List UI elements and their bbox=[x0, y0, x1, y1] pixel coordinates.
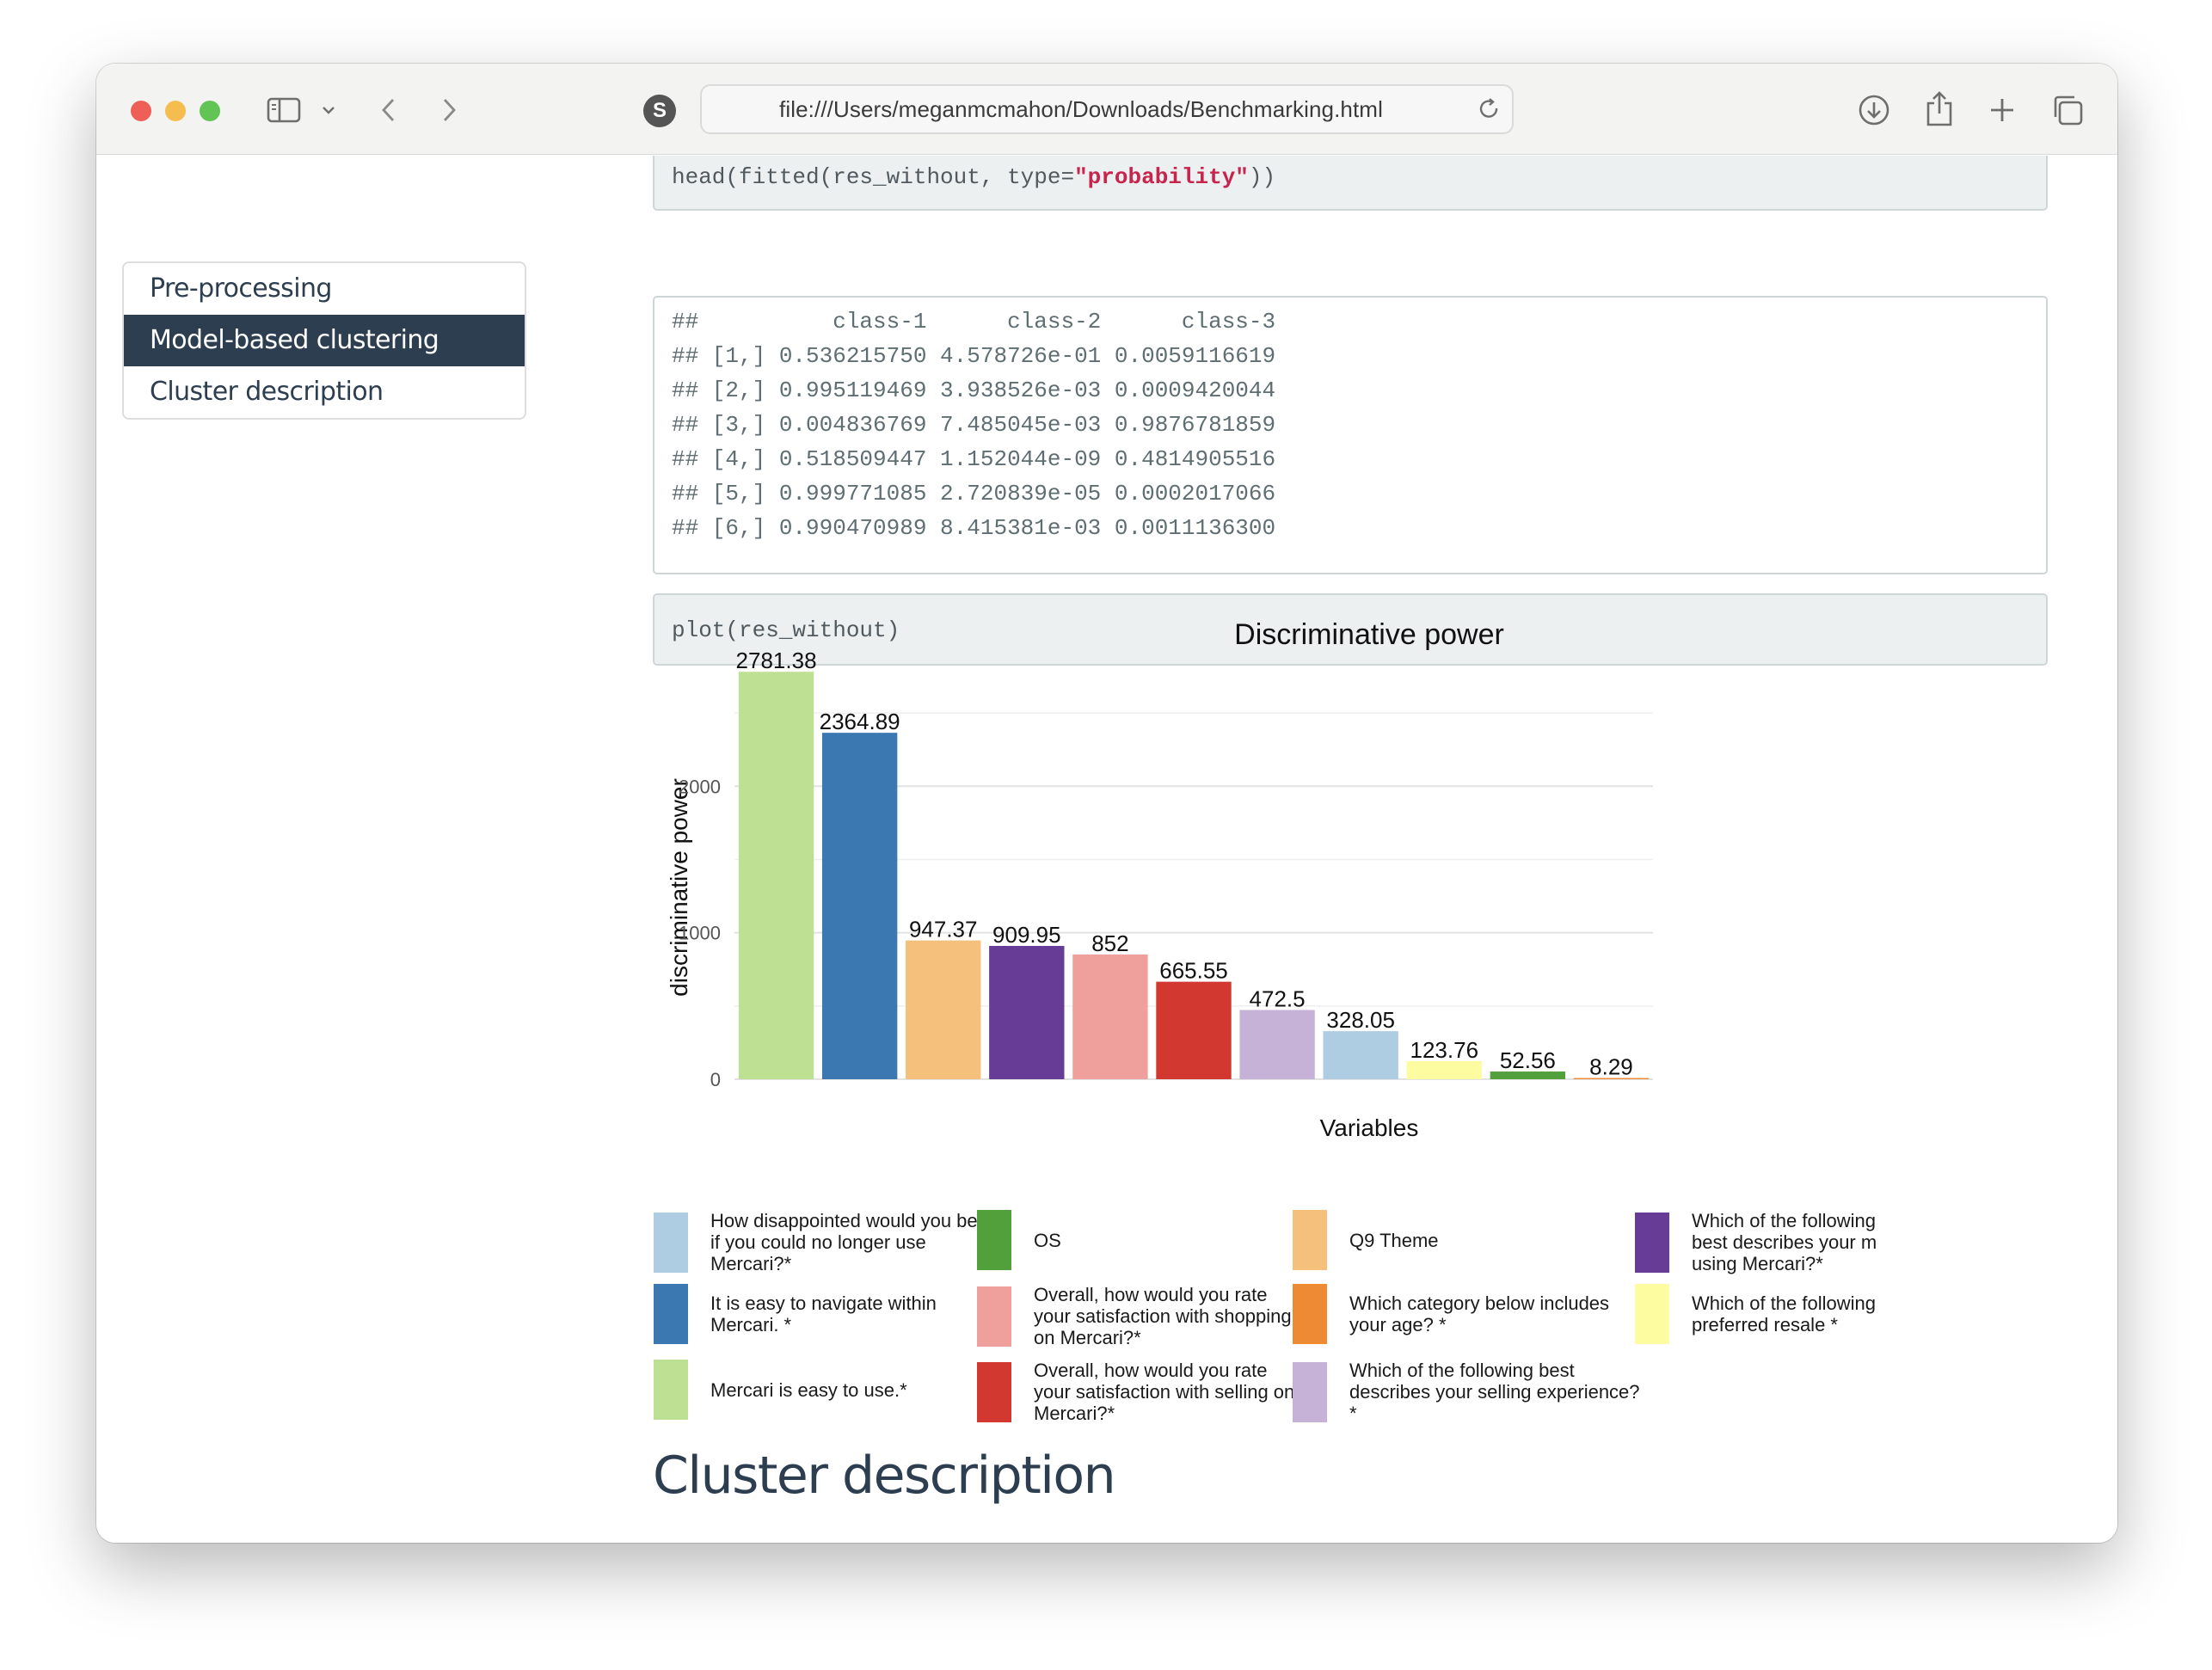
code-line: head(fitted(res_without, type="probabili… bbox=[672, 164, 1275, 190]
legend-swatch bbox=[1635, 1284, 1669, 1344]
discriminative-power-chart: Discriminative power Variables discrimin… bbox=[666, 620, 1653, 1141]
bar bbox=[821, 733, 898, 1079]
minimize-window-button[interactable] bbox=[165, 101, 186, 121]
code-output-block: ## class-1 class-2 class-3 ## [1,] 0.536… bbox=[653, 296, 2048, 574]
output-line: ## [4,] 0.518509447 1.152044e-09 0.48149… bbox=[672, 446, 1276, 472]
bar bbox=[1072, 954, 1148, 1079]
legend-label: Which category below includes your age? … bbox=[1349, 1292, 1610, 1335]
bar bbox=[738, 672, 814, 1079]
bar-value-label: 328.05 bbox=[1326, 1007, 1395, 1033]
section-heading-cluster-description: Cluster description bbox=[653, 1446, 1116, 1506]
bar-value-label: 947.37 bbox=[909, 917, 978, 942]
chevron-down-icon[interactable] bbox=[318, 100, 339, 120]
code-block-head-fitted: head(fitted(res_without, type="probabili… bbox=[653, 156, 2048, 211]
bar-value-label: 909.95 bbox=[992, 922, 1061, 948]
legend-item: It is easy to navigate within Mercari. * bbox=[654, 1284, 986, 1344]
legend-item: Which of the following best describes yo… bbox=[1293, 1360, 1642, 1424]
zoom-window-button[interactable] bbox=[200, 101, 220, 121]
address-bar[interactable]: file:///Users/meganmcmahon/Downloads/Ben… bbox=[700, 84, 1514, 134]
legend-swatch bbox=[1293, 1361, 1327, 1422]
legend-item: Which of the following best describes yo… bbox=[1635, 1210, 1889, 1274]
bar bbox=[989, 945, 1065, 1079]
browser-toolbar: S file:///Users/meganmcmahon/Downloads/B… bbox=[96, 64, 2117, 155]
legend-label: Which of the following best describes yo… bbox=[1692, 1210, 1877, 1274]
reload-icon[interactable] bbox=[1474, 94, 1505, 125]
legend-item: Which category below includes your age? … bbox=[1293, 1284, 1642, 1344]
legend-item: Overall, how would you rate your satisfa… bbox=[977, 1360, 1300, 1424]
legend-swatch bbox=[977, 1210, 1011, 1270]
chart-x-axis-label: Variables bbox=[1320, 1114, 1419, 1141]
output-line: ## class-1 class-2 class-3 bbox=[672, 309, 1276, 335]
y-tick-label: 2000 bbox=[679, 776, 721, 797]
legend-item: Which of the following preferred resale … bbox=[1635, 1284, 1889, 1344]
legend-label: Which of the following best describes yo… bbox=[1349, 1360, 1640, 1424]
bar-value-label: 852 bbox=[1091, 930, 1128, 956]
legend-item: Mercari is easy to use.* bbox=[654, 1360, 986, 1420]
tabs-overview-icon[interactable] bbox=[2049, 91, 2086, 129]
legend-item: Overall, how would you rate your satisfa… bbox=[977, 1284, 1300, 1348]
share-icon[interactable] bbox=[1921, 88, 1957, 129]
legend-label: How disappointed would you be if you cou… bbox=[710, 1210, 978, 1274]
output-line: ## [5,] 0.999771085 2.720839e-05 0.00020… bbox=[672, 481, 1276, 507]
chart-y-axis-label: discriminative power bbox=[666, 778, 692, 997]
chart-title: Discriminative power bbox=[1234, 620, 1504, 651]
toc-item-model-based-clustering[interactable]: Model-based clustering bbox=[124, 315, 525, 366]
code-string: "probability" bbox=[1074, 164, 1249, 190]
code-text: head(fitted(res_without, type= bbox=[672, 164, 1075, 190]
legend-label: Which of the following preferred resale … bbox=[1692, 1292, 1876, 1335]
legend-swatch bbox=[1635, 1212, 1669, 1273]
legend-swatch bbox=[977, 1286, 1011, 1347]
output-line: ## [6,] 0.990470989 8.415381e-03 0.00111… bbox=[672, 515, 1276, 541]
legend-label: Mercari is easy to use.* bbox=[710, 1378, 907, 1401]
y-tick-label: 1000 bbox=[679, 923, 721, 944]
chart-legend: How disappointed would you be if you cou… bbox=[654, 1210, 1909, 1434]
bar-value-label: 2781.38 bbox=[736, 648, 817, 673]
page-content: Pre-processing Model-based clustering Cl… bbox=[96, 156, 2117, 1543]
forward-icon[interactable] bbox=[432, 93, 466, 127]
bar bbox=[906, 940, 981, 1079]
legend-item: Q9 Theme bbox=[1293, 1210, 1642, 1270]
toc-item-cluster-description[interactable]: Cluster description bbox=[124, 366, 525, 418]
bar bbox=[1323, 1031, 1398, 1079]
url-text[interactable]: file:///Users/meganmcmahon/Downloads/Ben… bbox=[702, 86, 1460, 132]
table-of-contents: Pre-processing Model-based clustering Cl… bbox=[122, 261, 526, 420]
bar-value-label: 52.56 bbox=[1500, 1047, 1556, 1073]
bar-value-label: 8.29 bbox=[1589, 1054, 1633, 1080]
legend-swatch bbox=[654, 1212, 688, 1273]
download-icon[interactable] bbox=[1856, 92, 1892, 128]
legend-swatch bbox=[654, 1284, 688, 1344]
output-line: ## [2,] 0.995119469 3.938526e-03 0.00094… bbox=[672, 378, 1276, 403]
bar-value-label: 665.55 bbox=[1159, 958, 1228, 984]
new-tab-icon[interactable] bbox=[1985, 93, 2019, 127]
browser-window: S file:///Users/meganmcmahon/Downloads/B… bbox=[96, 64, 2117, 1543]
bar-value-label: 472.5 bbox=[1250, 986, 1306, 1012]
sidebar-icon[interactable] bbox=[265, 93, 303, 127]
bar-value-label: 2364.89 bbox=[820, 709, 900, 734]
legend-label: Q9 Theme bbox=[1349, 1229, 1439, 1251]
legend-item: OS bbox=[977, 1210, 1300, 1270]
bar bbox=[1239, 1010, 1315, 1079]
code-text: )) bbox=[1248, 164, 1276, 190]
legend-swatch bbox=[1293, 1284, 1327, 1344]
back-icon[interactable] bbox=[372, 93, 406, 127]
output-line: ## [1,] 0.536215750 4.578726e-01 0.00591… bbox=[672, 343, 1276, 369]
legend-label: OS bbox=[1034, 1229, 1061, 1251]
output-line: ## [3,] 0.004836769 7.485045e-03 0.98767… bbox=[672, 412, 1276, 438]
toc-item-pre-processing[interactable]: Pre-processing bbox=[124, 263, 525, 315]
site-badge-icon: S bbox=[643, 95, 676, 127]
bar bbox=[1156, 981, 1232, 1079]
legend-label: Overall, how would you rate your satisfa… bbox=[1034, 1284, 1292, 1348]
legend-swatch bbox=[1293, 1210, 1327, 1270]
bar bbox=[1406, 1060, 1482, 1079]
legend-swatch bbox=[654, 1360, 688, 1420]
legend-swatch bbox=[977, 1361, 1011, 1422]
y-tick-label: 0 bbox=[710, 1069, 721, 1090]
legend-label: Overall, how would you rate your satisfa… bbox=[1034, 1360, 1295, 1424]
bar-value-label: 123.76 bbox=[1410, 1037, 1479, 1063]
legend-label: It is easy to navigate within Mercari. * bbox=[710, 1292, 937, 1335]
close-window-button[interactable] bbox=[131, 101, 151, 121]
legend-item: How disappointed would you be if you cou… bbox=[654, 1210, 986, 1274]
